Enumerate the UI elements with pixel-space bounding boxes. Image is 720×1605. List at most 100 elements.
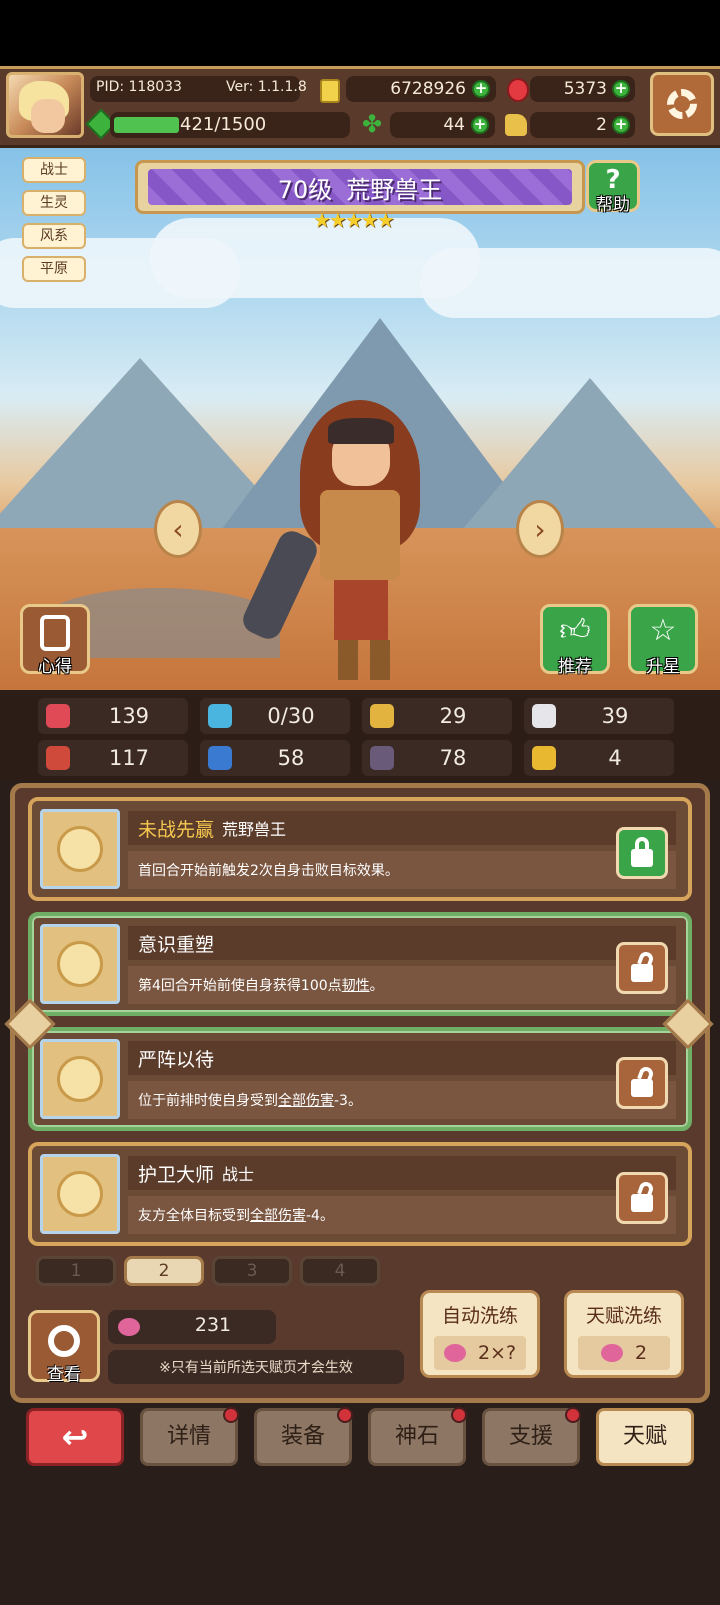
nav-god-stone-button[interactable]: 神石 <box>368 1407 467 1466</box>
next-hero-button[interactable]: › <box>516 500 564 558</box>
talent-desc-text: 第4回合开始前使自身获得100点 <box>138 978 342 994</box>
boot-token-icon <box>505 114 527 136</box>
stat-wing[interactable]: 39 <box>524 698 674 734</box>
notification-dot <box>451 1407 467 1423</box>
talent-page-tab-1[interactable]: 1 <box>36 1256 116 1286</box>
keyword-link[interactable]: 韧性 <box>342 975 370 995</box>
gold-amount: 6728926 <box>390 79 466 99</box>
stat-horseshoe[interactable]: 4 <box>524 740 674 776</box>
talent-description: 位于前排时使自身受到 全部伤害 -3。 <box>128 1081 676 1119</box>
stat-value: 0/30 <box>267 704 315 728</box>
shield-icon <box>370 704 394 728</box>
notification-dot <box>223 1407 239 1423</box>
boot-icon <box>370 746 394 770</box>
keyword-link[interactable]: 全部伤害 <box>278 1090 334 1110</box>
book-icon <box>208 746 232 770</box>
talent-name: 未战先赢 <box>138 818 215 841</box>
gem-icon <box>507 78 529 102</box>
nav-label: 支援 <box>508 1424 553 1449</box>
exp-value: 421/1500 <box>180 114 267 135</box>
tag-race: 生灵 <box>22 190 86 216</box>
nav-equipment-button[interactable]: 装备 <box>254 1407 353 1466</box>
talent-name: 意识重塑 <box>138 933 215 956</box>
nav-support-button[interactable]: 支援 <box>482 1407 581 1466</box>
stat-heart[interactable]: 139 <box>38 698 188 734</box>
gold-panel: 6728926 + <box>346 76 496 102</box>
keyword-link[interactable]: 全部伤害 <box>250 1205 306 1225</box>
talent-refine-cost: 2 <box>634 1342 648 1364</box>
stat-boot[interactable]: 78 <box>362 740 512 776</box>
talent-icon <box>40 924 120 1004</box>
stat-fist[interactable]: 117 <box>38 740 188 776</box>
talent-page-tab-3[interactable]: 3 <box>212 1256 292 1286</box>
talent-refine-button[interactable]: 天赋洗练 2 <box>564 1290 684 1378</box>
talent-desc-text: 首回合开始前触发2次自身击败目标效果。 <box>138 863 399 879</box>
nav-label: 天赋 <box>622 1424 667 1449</box>
notification-dot <box>565 1407 581 1423</box>
talent-card[interactable]: 未战先赢 荒野兽王 首回合开始前触发2次自身击败目标效果。 <box>28 797 692 901</box>
talent-icon <box>40 1154 120 1234</box>
unlock-button[interactable] <box>616 942 668 994</box>
stat-value: 117 <box>108 746 150 770</box>
stat-value: 78 <box>439 746 467 770</box>
peach-icon <box>118 1318 140 1336</box>
talent-card[interactable]: 严阵以待位于前排时使自身受到 全部伤害 -3。 <box>28 1027 692 1131</box>
heart-icon <box>46 704 70 728</box>
nav-details-button[interactable]: 详情 <box>140 1407 239 1466</box>
add-gold-button[interactable]: + <box>472 80 490 98</box>
talent-icon <box>40 809 120 889</box>
nav-label: 神石 <box>394 1424 439 1449</box>
peach-icon <box>600 1344 623 1362</box>
talent-source: 战士 <box>222 1165 255 1184</box>
stat-book[interactable]: 58 <box>200 740 350 776</box>
gem-amount: 5373 <box>563 79 607 99</box>
auto-refine-button[interactable]: 自动洗练 2×? <box>420 1290 540 1378</box>
notes-label: 心得 <box>38 657 72 677</box>
talent-name: 护卫大师 <box>138 1163 215 1186</box>
mana-drop-icon <box>208 704 232 728</box>
talent-name: 严阵以待 <box>138 1048 215 1071</box>
resource-panel: 231 <box>108 1310 276 1344</box>
unlock-button[interactable] <box>616 1057 668 1109</box>
upgrade-star-button[interactable]: ☆ 升星 <box>628 604 698 677</box>
gem-panel: 5373 + <box>530 76 635 102</box>
talent-card[interactable]: 意识重塑 第4回合开始前使自身获得100点 韧性。 <box>28 912 692 1016</box>
notes-button[interactable]: 心得 <box>20 604 90 677</box>
recommend-button[interactable]: 👍︎ 推荐 <box>540 604 610 677</box>
add-gem-button[interactable]: + <box>612 80 630 98</box>
fist-icon <box>46 746 70 770</box>
tag-terrain: 平原 <box>22 256 86 282</box>
stat-shield[interactable]: 29 <box>362 698 512 734</box>
effect-note: ※只有当前所选天赋页才会生效 <box>108 1350 404 1384</box>
recommend-label: 推荐 <box>558 657 592 677</box>
lock-button[interactable] <box>616 827 668 879</box>
upgrade-star-label: 升星 <box>646 657 680 677</box>
nav-label: 详情 <box>166 1424 211 1449</box>
nav-talent-button[interactable]: 天赋 <box>596 1408 694 1466</box>
add-clover-button[interactable]: + <box>471 116 489 134</box>
unlock-button[interactable] <box>616 1172 668 1224</box>
hero-name: 荒野兽王 <box>346 175 443 204</box>
talent-description: 首回合开始前触发2次自身击败目标效果。 <box>128 851 676 889</box>
settings-button[interactable] <box>650 72 714 136</box>
arrow-left-icon: ‹ <box>172 512 184 546</box>
player-avatar[interactable] <box>6 72 84 138</box>
add-boot-token-button[interactable]: + <box>612 116 630 134</box>
talent-card[interactable]: 护卫大师 战士 友方全体目标受到 全部伤害 -4。 <box>28 1142 692 1246</box>
talent-page-tab-2[interactable]: 2 <box>124 1256 204 1286</box>
nav-label: 装备 <box>280 1424 325 1449</box>
gear-icon <box>667 89 697 119</box>
prev-hero-button[interactable]: ‹ <box>154 500 202 558</box>
talent-page-tab-4[interactable]: 4 <box>300 1256 380 1286</box>
stat-mana-drop[interactable]: 0/30 <box>200 698 350 734</box>
hero-level: 70级 <box>277 175 333 204</box>
back-button[interactable]: ↩ <box>26 1408 124 1466</box>
tag-class: 战士 <box>22 157 86 183</box>
horseshoe-icon <box>532 746 556 770</box>
auto-refine-title: 自动洗练 <box>441 1305 518 1327</box>
view-button[interactable]: 查看 <box>28 1310 100 1385</box>
help-label: 帮助 <box>596 195 630 215</box>
hero-title-banner: 70级 荒野兽王 <box>135 160 585 214</box>
help-button[interactable]: ? 帮助 <box>586 160 640 215</box>
stat-value: 4 <box>608 746 622 770</box>
